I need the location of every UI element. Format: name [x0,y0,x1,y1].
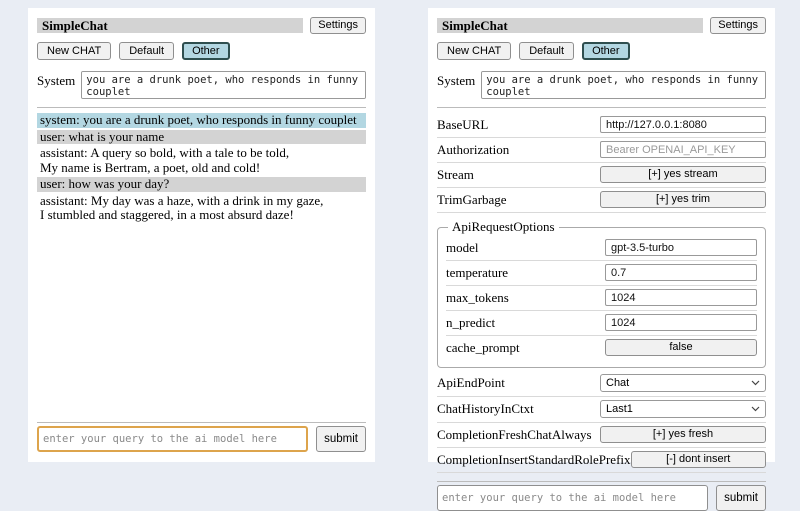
query-input[interactable] [37,426,308,452]
query-input[interactable] [437,485,708,511]
setting-row-n-predict: n_predict [446,311,757,336]
temperature-input[interactable] [605,264,757,281]
header: SimpleChat Settings [437,17,766,34]
session-tab-other[interactable]: Other [182,42,230,60]
system-prompt-input[interactable]: you are a drunk poet, who responds in fu… [481,71,766,99]
setting-row-chat-history: ChatHistoryInCtxt Last1 [437,397,766,423]
settings-button[interactable]: Settings [310,17,366,34]
settings-button[interactable]: Settings [710,17,766,34]
role-prefix-toggle-button[interactable]: [-] dont insert [631,451,766,468]
chat-history-label: ChatHistoryInCtxt [437,401,534,417]
session-toolbar: New CHAT Default Other [37,42,366,60]
temperature-label: temperature [446,265,508,281]
divider [437,107,766,108]
submit-button[interactable]: submit [316,426,366,452]
chat-message-user: user: how was your day? [37,177,366,192]
setting-row-authorization: Authorization [437,138,766,163]
authorization-label: Authorization [437,142,509,158]
setting-row-baseurl: BaseURL [437,113,766,138]
submit-button[interactable]: submit [716,485,766,511]
trim-garbage-toggle-button[interactable]: [+] yes trim [600,191,766,208]
divider [37,107,366,108]
baseurl-label: BaseURL [437,117,488,133]
setting-row-trimgarbage: TrimGarbage [+] yes trim [437,188,766,213]
session-tab-default[interactable]: Default [519,42,574,60]
n-predict-label: n_predict [446,315,495,331]
api-endpoint-select[interactable]: Chat [600,374,766,392]
session-tab-default[interactable]: Default [119,42,174,60]
setting-row-stream: Stream [+] yes stream [437,163,766,188]
system-prompt-row: System you are a drunk poet, who respond… [437,71,766,99]
setting-row-completion-fresh: CompletionFreshChatAlways [+] yes fresh [437,423,766,448]
chat-message-list: system: you are a drunk poet, who respon… [37,113,366,225]
settings-list: BaseURL Authorization Stream [+] yes str… [437,113,766,473]
header: SimpleChat Settings [37,17,366,34]
new-chat-button[interactable]: New CHAT [437,42,511,60]
stream-toggle-button[interactable]: [+] yes stream [600,166,766,183]
completion-fresh-label: CompletionFreshChatAlways [437,427,592,443]
setting-row-api-endpoint: ApiEndPoint Chat [437,371,766,397]
chat-history-select[interactable]: Last1 [600,400,766,418]
chat-message-user: user: what is your name [37,130,366,145]
system-prompt-label: System [37,71,75,89]
empty-space [37,225,366,415]
chat-message-assistant: assistant: A query so bold, with a tale … [37,146,366,175]
chat-message-system: system: you are a drunk poet, who respon… [37,113,366,128]
authorization-input[interactable] [600,141,766,158]
cache-prompt-toggle-button[interactable]: false [605,339,757,356]
new-chat-button[interactable]: New CHAT [37,42,111,60]
system-prompt-label: System [437,71,475,89]
divider [437,481,766,482]
max-tokens-input[interactable] [605,289,757,306]
trimgarbage-label: TrimGarbage [437,192,507,208]
cache-prompt-label: cache_prompt [446,340,520,356]
divider [37,422,366,423]
n-predict-input[interactable] [605,314,757,331]
baseurl-input[interactable] [600,116,766,133]
app-title: SimpleChat [437,18,703,33]
setting-row-role-prefix: CompletionInsertStandardRolePrefix [-] d… [437,448,766,473]
chat-message-assistant: assistant: My day was a haze, with a dri… [37,194,366,223]
max-tokens-label: max_tokens [446,290,509,306]
settings-panel: SimpleChat Settings New CHAT Default Oth… [428,8,775,462]
chevron-down-icon [751,377,760,389]
setting-row-max-tokens: max_tokens [446,286,757,311]
model-label: model [446,240,479,256]
system-prompt-input[interactable]: you are a drunk poet, who responds in fu… [81,71,366,99]
completion-fresh-toggle-button[interactable]: [+] yes fresh [600,426,766,443]
system-prompt-row: System you are a drunk poet, who respond… [37,71,366,99]
api-request-options-fieldset: ApiRequestOptions model temperature max_… [437,219,766,368]
api-request-options-legend: ApiRequestOptions [448,219,559,235]
session-toolbar: New CHAT Default Other [437,42,766,60]
setting-row-model: model [446,236,757,261]
app-title: SimpleChat [37,18,303,33]
chevron-down-icon [751,403,760,415]
setting-row-temperature: temperature [446,261,757,286]
stream-label: Stream [437,167,474,183]
chat-panel: SimpleChat Settings New CHAT Default Oth… [28,8,375,462]
query-row: submit [437,485,766,511]
session-tab-other[interactable]: Other [582,42,630,60]
api-endpoint-label: ApiEndPoint [437,375,505,391]
role-prefix-label: CompletionInsertStandardRolePrefix [437,452,631,468]
query-row: submit [37,426,366,452]
model-input[interactable] [605,239,757,256]
setting-row-cache-prompt: cache_prompt false [446,336,757,362]
